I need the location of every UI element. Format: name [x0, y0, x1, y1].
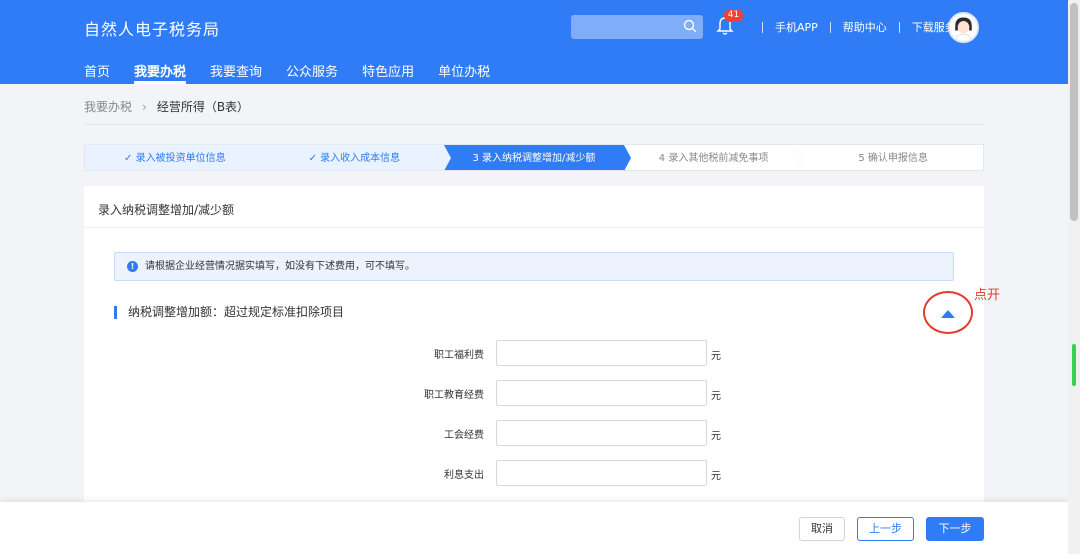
divider — [84, 227, 984, 228]
top-header: 自然人电子税务局 41 手机APP 帮助中心 下载服务 首页 我要办税 我要查询… — [0, 0, 1080, 84]
field-unit: 元 — [711, 431, 721, 442]
breadcrumb-current: 经营所得（B表） — [156, 100, 250, 114]
breadcrumb: 我要办税 › 经营所得（B表） — [84, 98, 249, 115]
panel-title: 录入纳税调整增加/减少额 — [98, 203, 235, 217]
nav-unit-tax[interactable]: 单位办税 — [438, 61, 490, 84]
main-nav: 首页 我要办税 我要查询 公众服务 特色应用 单位办税 — [84, 61, 514, 84]
scrollbar-thumb[interactable] — [1070, 3, 1078, 221]
nav-featured-apps[interactable]: 特色应用 — [362, 61, 414, 84]
step-5: 5 确认申报信息 — [858, 153, 928, 164]
welfare-fee-input[interactable] — [496, 340, 707, 366]
divider — [898, 21, 900, 33]
next-step-button[interactable]: 下一步 — [926, 517, 984, 541]
divider — [762, 21, 763, 33]
step-1[interactable]: ✓ 录入被投资单位信息 — [85, 145, 272, 171]
info-icon: ! — [127, 261, 138, 272]
annotation-circle — [923, 291, 973, 334]
divider — [84, 124, 984, 125]
form-row-union: 工会经费 元 — [84, 420, 984, 446]
form-row-education: 职工教育经费 元 — [84, 380, 984, 406]
step-progress: ✓ 录入被投资单位信息 ✓ 录入收入成本信息 3 录入纳税调整增加/减少额 4 … — [84, 144, 984, 172]
nav-query[interactable]: 我要查询 — [210, 61, 262, 84]
scroll-indicator — [1072, 344, 1076, 386]
field-label: 职工福利费 — [434, 350, 484, 361]
step-3[interactable]: 3 录入纳税调整增加/减少额 — [444, 145, 631, 171]
site-title[interactable]: 自然人电子税务局 — [84, 16, 220, 40]
step-4: 4 录入其他税前减免事项 — [624, 145, 804, 172]
nav-tax-service[interactable]: 我要办税 — [134, 61, 187, 84]
footer-bar: 取消 上一步 下一步 — [0, 502, 1068, 554]
notification-badge: 41 — [724, 9, 743, 22]
chevron-right-icon: › — [142, 99, 147, 114]
education-fee-input[interactable] — [496, 380, 707, 406]
form-panel: 录入纳税调整增加/减少额 ! 请根据企业经营情况据实填写，如没有下述费用，可不填… — [84, 186, 984, 506]
top-links: 手机APP 帮助中心 下载服务 — [750, 19, 956, 35]
help-center-link[interactable]: 帮助中心 — [843, 19, 887, 35]
field-unit: 元 — [711, 471, 721, 482]
search-input[interactable] — [571, 15, 703, 39]
nav-public-service[interactable]: 公众服务 — [286, 61, 338, 84]
annotation-text: 点开 — [974, 288, 1001, 303]
notice-banner: ! 请根据企业经营情况据实填写，如没有下述费用，可不填写。 — [114, 252, 954, 281]
user-avatar-icon — [950, 14, 977, 41]
field-label: 利息支出 — [444, 470, 484, 481]
mobile-app-link[interactable]: 手机APP — [775, 19, 818, 35]
avatar[interactable] — [948, 12, 979, 43]
field-unit: 元 — [711, 351, 721, 362]
form-row-welfare: 职工福利费 元 — [84, 340, 984, 366]
field-label: 职工教育经费 — [424, 390, 484, 401]
form-row-interest: 利息支出 元 — [84, 460, 984, 486]
field-unit: 元 — [711, 391, 721, 402]
interest-expense-input[interactable] — [496, 460, 707, 486]
field-label: 工会经费 — [444, 430, 484, 441]
divider — [829, 21, 831, 33]
breadcrumb-parent[interactable]: 我要办税 — [84, 98, 132, 115]
scrollbar[interactable] — [1068, 0, 1080, 554]
union-fee-input[interactable] — [496, 420, 707, 446]
section-title: 纳税调整增加额：超过规定标准扣除项目 — [114, 306, 344, 319]
search-icon[interactable] — [683, 19, 697, 33]
cancel-button[interactable]: 取消 — [799, 517, 845, 541]
prev-step-button[interactable]: 上一步 — [857, 517, 914, 541]
nav-home[interactable]: 首页 — [84, 61, 110, 84]
step-2[interactable]: ✓ 录入收入成本信息 — [264, 145, 451, 171]
notice-text: 请根据企业经营情况据实填写，如没有下述费用，可不填写。 — [145, 261, 415, 272]
